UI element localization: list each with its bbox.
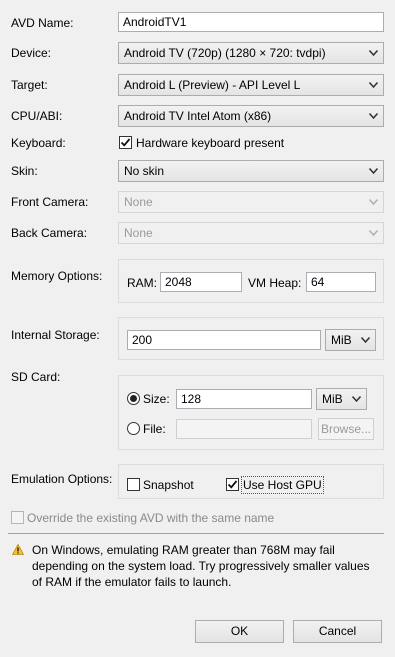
sd-card-label: SD Card: [11,370,61,384]
ram-label: RAM: [127,276,157,290]
cancel-button[interactable]: Cancel [293,620,382,643]
internal-storage-field[interactable]: 200 [127,330,321,350]
avd-name-field[interactable]: AndroidTV1 [118,12,384,32]
browse-button[interactable]: Browse... [318,418,374,440]
avd-name-label: AVD Name: [11,16,74,30]
chevron-down-icon [368,161,378,181]
snapshot-label[interactable]: Snapshot [143,477,194,493]
chevron-down-icon [368,75,378,95]
chevron-down-icon [368,192,378,212]
sd-size-radio[interactable] [127,392,140,405]
front-camera-label: Front Camera: [11,195,89,209]
target-value: Android L (Preview) - API Level L [124,78,301,92]
use-host-gpu-label[interactable]: Use Host GPU [241,476,324,494]
target-label: Target: [11,78,48,92]
device-label: Device: [11,46,52,60]
cpu-abi-value: Android TV Intel Atom (x86) [124,109,272,123]
device-dropdown[interactable]: Android TV (720p) (1280 × 720: tvdpi) [118,42,384,64]
radio-selected-dot [130,395,137,402]
skin-dropdown[interactable]: No skin [118,160,384,182]
vm-heap-field[interactable]: 64 [306,272,376,292]
skin-value: No skin [124,164,165,178]
back-camera-value: None [124,226,153,240]
hardware-keyboard-label[interactable]: Hardware keyboard present [136,135,284,151]
sd-size-label[interactable]: Size: [143,391,170,407]
front-camera-dropdown[interactable]: None [118,191,384,213]
override-avd-label: Override the existing AVD with the same … [27,511,275,525]
skin-label: Skin: [11,164,38,178]
chevron-down-icon [351,389,361,409]
front-camera-value: None [124,195,153,209]
chevron-down-icon [360,330,370,350]
back-camera-dropdown[interactable]: None [118,222,384,244]
sd-file-radio[interactable] [127,422,140,435]
back-camera-label: Back Camera: [11,226,88,240]
target-dropdown[interactable]: Android L (Preview) - API Level L [118,74,384,96]
checkmark-icon [227,480,238,489]
vm-heap-label: VM Heap: [248,276,302,290]
separator [8,533,384,534]
keyboard-label: Keyboard: [11,136,66,150]
internal-storage-label: Internal Storage: [11,328,100,342]
cpu-abi-dropdown[interactable]: Android TV Intel Atom (x86) [118,105,384,127]
internal-storage-unit-value: MiB [331,333,352,347]
device-value: Android TV (720p) (1280 × 720: tvdpi) [124,46,326,60]
sd-file-label[interactable]: File: [143,421,166,437]
chevron-down-icon [368,223,378,243]
snapshot-checkbox[interactable] [127,478,140,491]
cpu-abi-label: CPU/ABI: [11,109,63,123]
warning-icon [12,544,24,555]
hardware-keyboard-checkbox[interactable] [119,136,132,149]
use-host-gpu-checkbox[interactable] [226,478,239,491]
sd-size-unit-value: MiB [322,392,343,406]
internal-storage-unit-dropdown[interactable]: MiB [325,329,376,351]
memory-options-label: Memory Options: [11,269,103,283]
ram-field[interactable]: 2048 [160,272,242,292]
warning-message: On Windows, emulating RAM greater than 7… [32,543,370,589]
sd-size-unit-dropdown[interactable]: MiB [316,388,367,410]
emulation-options-label: Emulation Options: [11,472,113,486]
sd-size-field[interactable]: 128 [176,389,312,409]
ok-button[interactable]: OK [195,620,284,643]
override-avd-checkbox[interactable] [11,511,24,524]
sd-file-field[interactable] [176,419,312,439]
chevron-down-icon [368,43,378,63]
checkmark-icon [120,138,131,147]
chevron-down-icon [368,106,378,126]
